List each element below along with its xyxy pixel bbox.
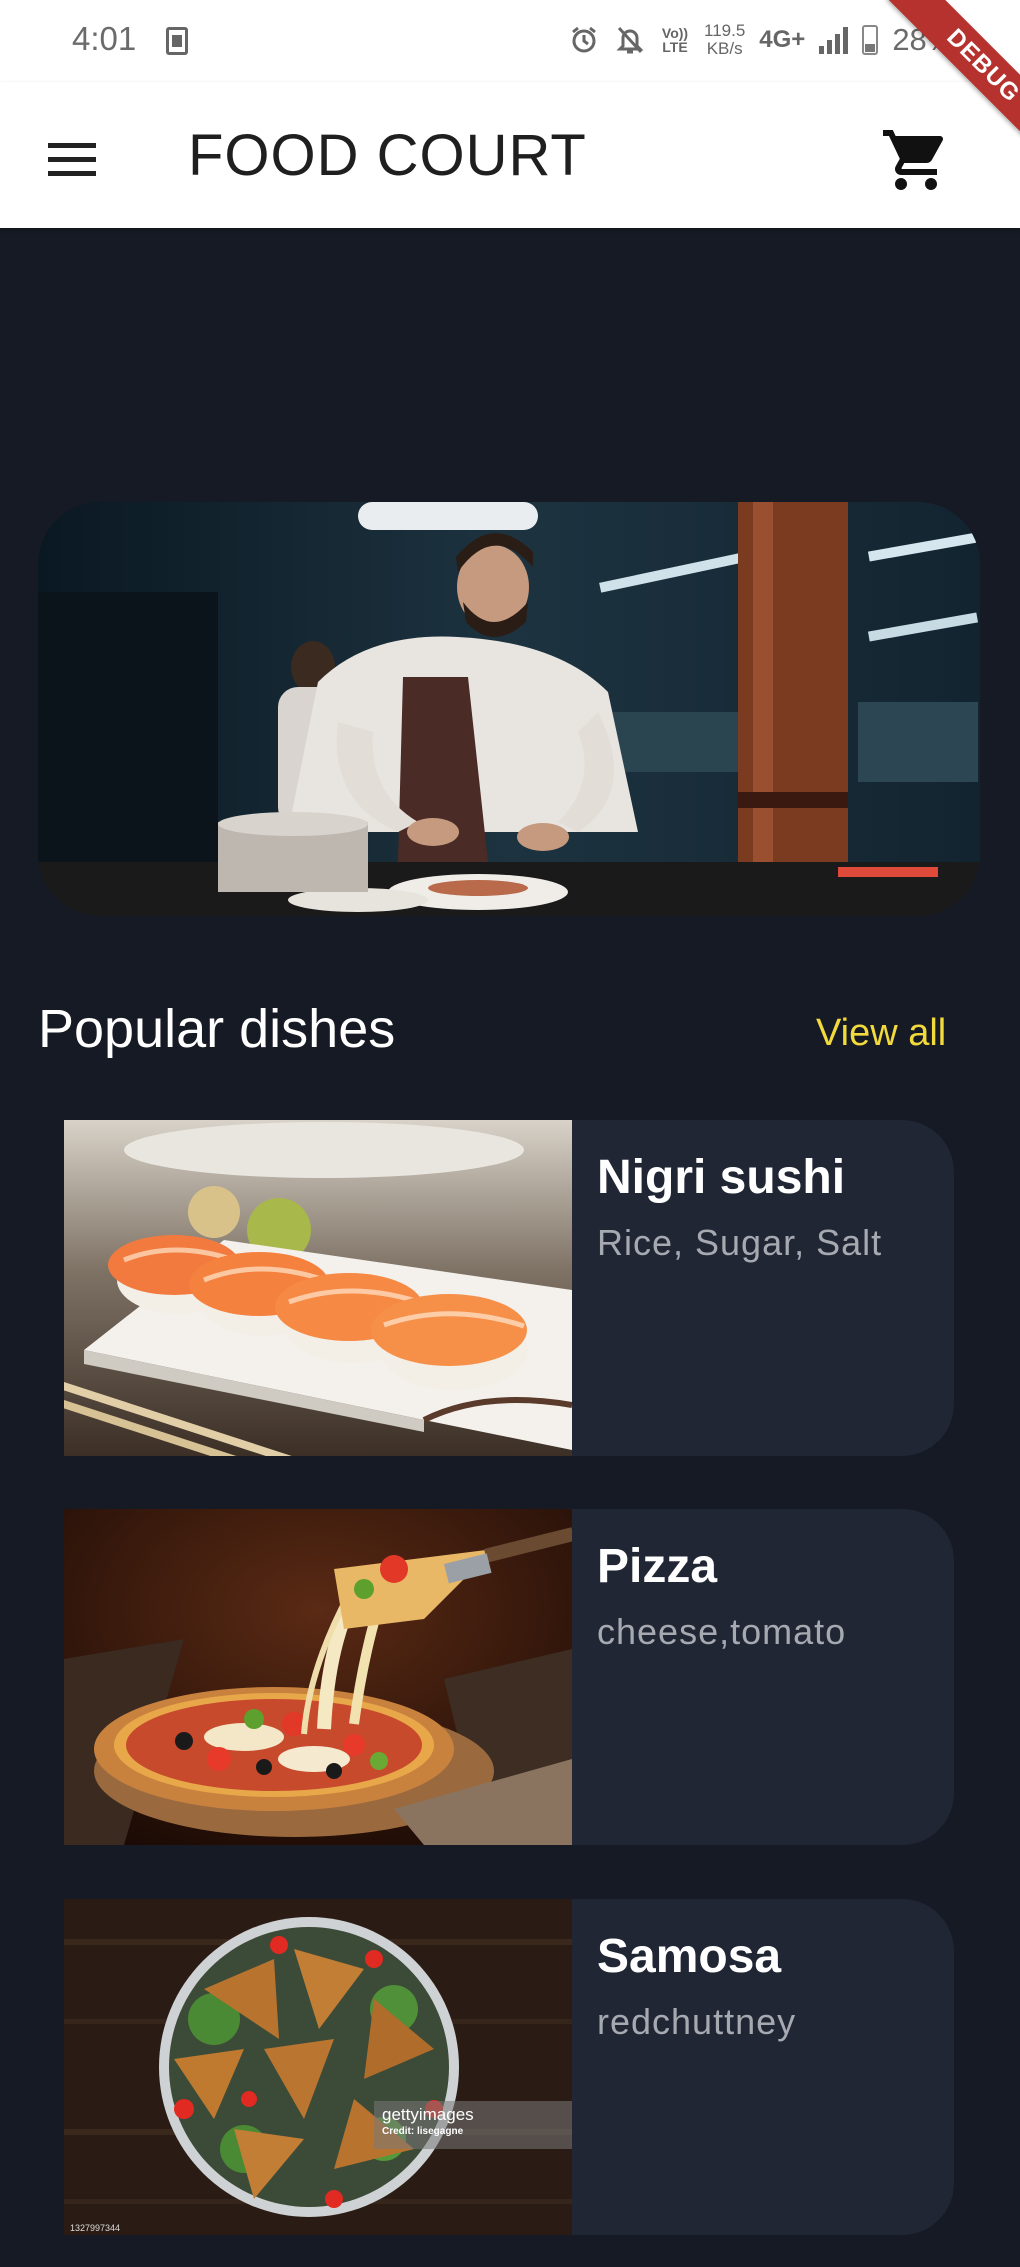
samosa-photo: [64, 1899, 572, 2235]
dish-ingredients: redchuttney: [597, 2001, 797, 2042]
network-speed: 119.5 KB/s: [704, 22, 745, 58]
sushi-photo: [64, 1120, 572, 1456]
alarm-icon: [572, 26, 596, 53]
dish-name: Samosa: [597, 1930, 782, 1983]
cart-button[interactable]: [880, 124, 952, 196]
network-type: 4G+: [759, 26, 806, 53]
status-bar: 4:01 Vo)) LTE 119.5 KB/s 4G+ 28%: [0, 0, 1020, 82]
app-title: FOOD COURT: [188, 123, 587, 188]
image-id: 1327997344: [70, 2223, 121, 2233]
pizza-photo: [64, 1509, 572, 1845]
dish-image: gettyimages Credit: lisegagne 1327997344: [64, 1899, 572, 2235]
dish-ingredients: Rice, Sugar, Salt: [597, 1222, 883, 1263]
dish-image: [64, 1120, 572, 1456]
speed-value: 119.5: [704, 21, 746, 40]
menu-icon-line: [48, 156, 96, 162]
dish-card[interactable]: Nigri sushi Rice, Sugar, Salt: [64, 1120, 954, 1456]
view-all-link[interactable]: View all: [816, 1012, 946, 1055]
dish-image: [64, 1509, 572, 1845]
dish-name: Nigri sushi: [597, 1151, 846, 1204]
shopping-cart-icon: [883, 130, 944, 190]
battery-icon: [862, 25, 879, 55]
dish-card[interactable]: gettyimages Credit: lisegagne 1327997344…: [64, 1899, 954, 2235]
menu-icon-line: [48, 142, 96, 148]
dish-ingredients: cheese,tomato: [597, 1611, 847, 1652]
status-icons: Vo)) LTE 119.5 KB/s 4G+ 28%: [568, 18, 954, 62]
image-watermark: gettyimages Credit: lisegagne: [374, 2101, 572, 2149]
dish-card[interactable]: Pizza cheese,tomato: [64, 1509, 954, 1845]
hero-banner-image: [38, 502, 980, 916]
app-bar: FOOD COURT: [0, 82, 1020, 228]
sim-card-icon: [166, 27, 188, 55]
menu-button[interactable]: [40, 127, 104, 191]
watermark-brand: gettyimages: [382, 2105, 474, 2124]
volte-indicator: Vo)) LTE: [661, 25, 689, 55]
bell-off-icon: [616, 26, 644, 54]
dish-name: Pizza: [597, 1540, 718, 1593]
status-time: 4:01: [72, 20, 137, 57]
menu-icon-line: [48, 170, 96, 176]
watermark-credit: Credit: lisegagne: [382, 2126, 464, 2137]
signal-icon: [819, 26, 849, 54]
speed-unit: KB/s: [706, 39, 743, 58]
chef-cooking-illustration: [38, 502, 980, 916]
section-title: Popular dishes: [38, 999, 396, 1059]
